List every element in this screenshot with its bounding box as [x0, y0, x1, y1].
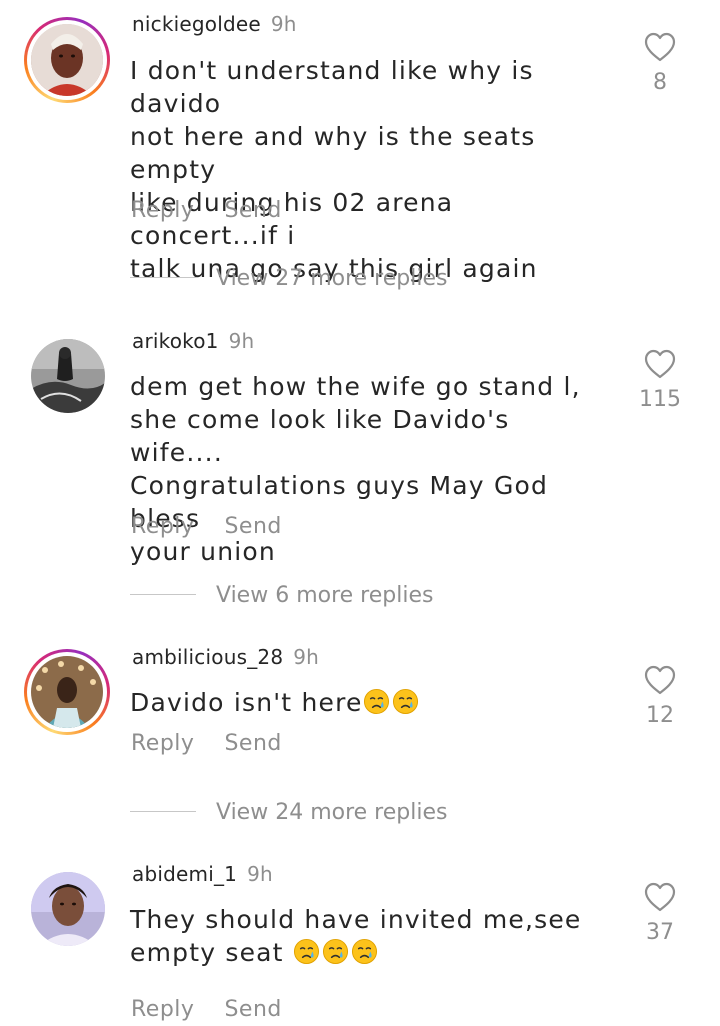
- heart-outline-icon[interactable]: [644, 882, 676, 912]
- avatar-photo: [31, 872, 105, 946]
- username[interactable]: abidemi_1: [132, 862, 237, 886]
- comment-header: abidemi_1 9h: [132, 862, 273, 886]
- like-control: 8: [640, 32, 680, 95]
- comment-text: They should have invited me,see empty se…: [130, 903, 610, 969]
- comment-actions: Reply Send: [131, 198, 282, 223]
- reply-button[interactable]: Reply: [131, 731, 194, 756]
- crying-face-emoji: [351, 938, 377, 965]
- crying-face-emoji: [363, 688, 389, 715]
- comment-text: Davido isn't here: [130, 686, 610, 719]
- comment-text-line: empty seat: [130, 938, 293, 967]
- comment-text-line: They should have invited me,see: [130, 905, 582, 934]
- heart-outline-icon[interactable]: [644, 665, 676, 695]
- username[interactable]: ambilicious_28: [132, 645, 283, 669]
- avatar-ring-gap: [27, 652, 107, 732]
- comment-text-line: she come look like Davido's wife....: [130, 405, 510, 467]
- like-count: 37: [646, 920, 674, 945]
- send-button[interactable]: Send: [224, 997, 281, 1022]
- comment-actions: Reply Send: [131, 731, 282, 756]
- like-control: 37: [640, 882, 680, 945]
- avatar: [31, 656, 103, 728]
- crying-face-emoji: [322, 938, 348, 965]
- comment-actions: Reply Send: [131, 514, 282, 539]
- like-count: 12: [646, 703, 674, 728]
- send-button[interactable]: Send: [224, 198, 281, 223]
- replies-divider: [130, 593, 196, 595]
- avatar-story-ring[interactable]: [24, 649, 110, 735]
- timestamp: 9h: [270, 12, 297, 36]
- username[interactable]: arikoko1: [132, 329, 219, 353]
- comment-text-line: not here and why is the seats empty: [130, 122, 536, 184]
- timestamp: 9h: [247, 862, 273, 886]
- comment-header: ambilicious_28 9h: [132, 645, 319, 669]
- reply-button[interactable]: Reply: [131, 198, 194, 223]
- avatar[interactable]: [31, 872, 105, 946]
- username[interactable]: nickiegoldee: [132, 12, 261, 36]
- like-control: 12: [640, 665, 680, 728]
- comment-text-line: Davido isn't here: [130, 688, 363, 717]
- comment-header: arikoko1 9h: [132, 329, 254, 353]
- heart-outline-icon[interactable]: [644, 349, 676, 379]
- avatar-photo: [31, 656, 103, 728]
- comment-text-line-with-emoji: empty seat: [130, 936, 610, 969]
- view-replies-button[interactable]: View 6 more replies: [130, 583, 433, 608]
- comment-text-line: dem get how the wife go stand l,: [130, 372, 581, 401]
- like-control: 115: [639, 349, 681, 412]
- like-count: 8: [653, 70, 667, 95]
- send-button[interactable]: Send: [224, 514, 281, 539]
- view-replies-label: View 6 more replies: [216, 583, 434, 608]
- comment-text-line: your union: [130, 537, 276, 566]
- replies-divider: [130, 276, 196, 278]
- timestamp: 9h: [228, 329, 255, 353]
- avatar-story-ring[interactable]: [24, 17, 110, 103]
- avatar[interactable]: [31, 339, 105, 413]
- reply-button[interactable]: Reply: [131, 514, 194, 539]
- avatar-ring-gap: [27, 20, 107, 100]
- avatar-photo: [31, 339, 105, 413]
- comment-actions: Reply Send: [131, 997, 282, 1022]
- comment-header: nickiegoldee 9h: [132, 12, 297, 36]
- replies-divider: [130, 810, 196, 812]
- timestamp: 9h: [293, 645, 320, 669]
- comment-text-line: I don't understand like why is davido: [130, 56, 534, 118]
- like-count: 115: [639, 387, 681, 412]
- view-replies-button[interactable]: View 27 more replies: [130, 266, 447, 291]
- crying-face-emoji: [293, 938, 319, 965]
- reply-button[interactable]: Reply: [131, 997, 194, 1022]
- comment-text: I don't understand like why is davido no…: [130, 54, 610, 285]
- heart-outline-icon[interactable]: [644, 32, 676, 62]
- avatar: [31, 24, 103, 96]
- crying-face-emoji: [392, 688, 418, 715]
- view-replies-label: View 24 more replies: [216, 800, 448, 825]
- avatar-photo: [31, 24, 103, 96]
- view-replies-label: View 27 more replies: [216, 266, 448, 291]
- view-replies-button[interactable]: View 24 more replies: [130, 800, 447, 825]
- send-button[interactable]: Send: [224, 731, 281, 756]
